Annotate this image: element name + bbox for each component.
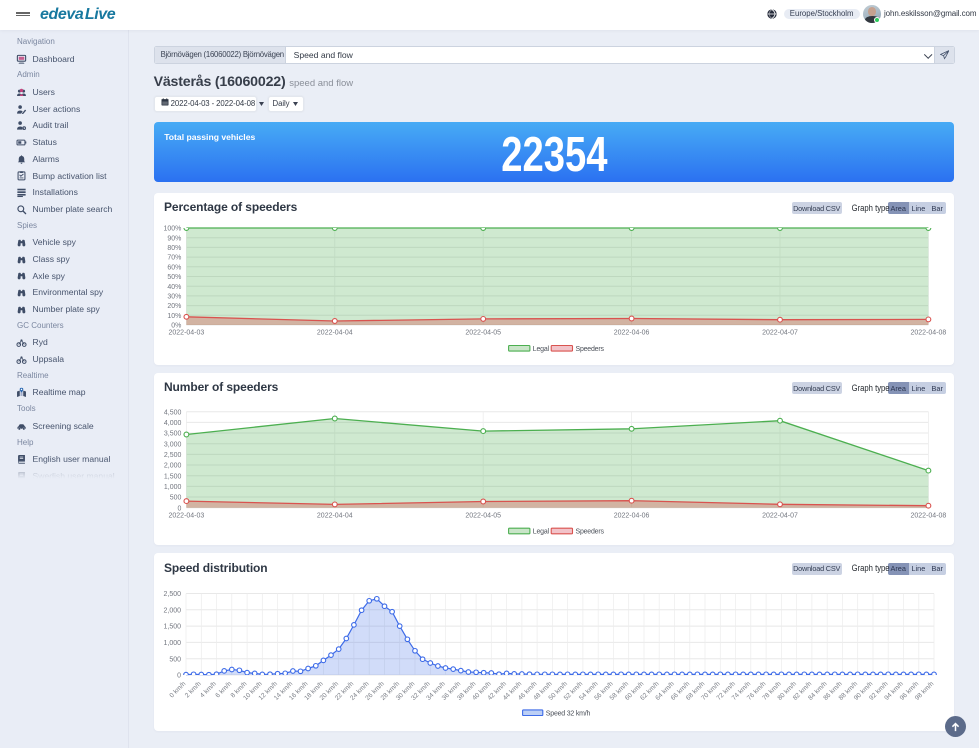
svg-text:1,000: 1,000 — [164, 483, 182, 490]
svg-text:2022-04-06: 2022-04-06 — [613, 512, 649, 519]
svg-text:90%: 90% — [167, 235, 181, 242]
svg-text:80%: 80% — [167, 245, 181, 252]
svg-text:70%: 70% — [167, 254, 181, 261]
svg-text:2,500: 2,500 — [164, 452, 182, 459]
svg-text:3,500: 3,500 — [164, 430, 182, 437]
svg-text:500: 500 — [169, 656, 181, 663]
svg-text:Legal: Legal — [532, 528, 549, 535]
svg-text:40%: 40% — [167, 283, 181, 290]
svg-text:500: 500 — [169, 494, 181, 501]
svg-text:1,500: 1,500 — [164, 473, 182, 480]
svg-text:0: 0 — [177, 673, 181, 680]
svg-text:0: 0 — [177, 505, 181, 512]
svg-text:0%: 0% — [171, 322, 181, 329]
svg-text:2022-04-07: 2022-04-07 — [762, 329, 798, 336]
svg-text:30%: 30% — [167, 293, 181, 300]
svg-text:2022-04-06: 2022-04-06 — [613, 329, 649, 336]
svg-text:60%: 60% — [167, 264, 181, 271]
svg-text:2022-04-08: 2022-04-08 — [910, 512, 946, 519]
svg-text:4,500: 4,500 — [164, 409, 182, 416]
svg-text:2022-04-08: 2022-04-08 — [910, 329, 946, 336]
svg-text:Speed 32 km/h: Speed 32 km/h — [545, 710, 590, 717]
svg-text:2,000: 2,000 — [163, 607, 181, 614]
svg-text:2022-04-05: 2022-04-05 — [465, 512, 501, 519]
svg-text:3,000: 3,000 — [164, 441, 182, 448]
svg-text:Speeders: Speeders — [575, 345, 604, 352]
svg-text:2022-04-04: 2022-04-04 — [317, 512, 353, 519]
svg-text:2022-04-03: 2022-04-03 — [168, 329, 204, 336]
svg-text:10%: 10% — [167, 312, 181, 319]
svg-text:50%: 50% — [167, 274, 181, 281]
svg-text:4,000: 4,000 — [164, 420, 182, 427]
svg-text:2022-04-05: 2022-04-05 — [465, 329, 501, 336]
svg-text:2022-04-03: 2022-04-03 — [168, 512, 204, 519]
svg-text:2022-04-07: 2022-04-07 — [762, 512, 798, 519]
svg-text:Legal: Legal — [532, 345, 549, 352]
svg-text:Speeders: Speeders — [575, 528, 604, 535]
svg-text:100%: 100% — [163, 225, 181, 232]
svg-text:20%: 20% — [167, 303, 181, 310]
svg-text:1,500: 1,500 — [163, 624, 181, 631]
svg-text:1,000: 1,000 — [163, 640, 181, 647]
svg-text:2022-04-04: 2022-04-04 — [317, 329, 353, 336]
svg-text:2,000: 2,000 — [164, 462, 182, 469]
svg-text:2,500: 2,500 — [163, 591, 181, 598]
